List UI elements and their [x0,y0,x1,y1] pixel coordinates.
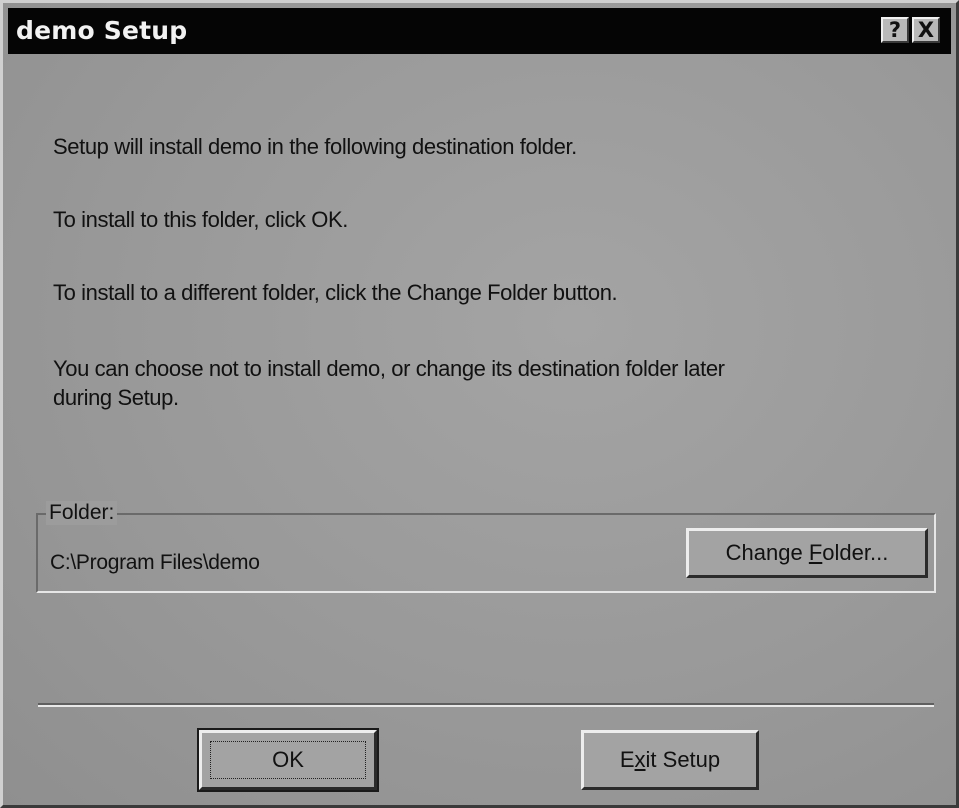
setup-dialog: demo Setup ? X Setup will install demo i… [0,0,959,808]
window-title: demo Setup [16,16,188,45]
folder-groupbox: Folder: C:\Program Files\demo Change Fol… [36,501,936,593]
message-click-ok: To install to this folder, click OK. [53,207,348,232]
folder-path: C:\Program Files\demo [50,551,260,574]
folder-label: Folder: [46,501,118,525]
message-change-folder: To install to a different folder, click … [53,280,618,305]
separator [38,703,934,707]
help-icon: ? [888,18,902,42]
help-button[interactable]: ? [881,17,909,43]
message-during-setup: during Setup. [53,385,179,410]
focus-rectangle [210,741,366,779]
title-bar[interactable]: demo Setup ? X [8,8,951,54]
change-folder-accelerator: F [808,540,823,565]
change-folder-button[interactable]: Change Folder... [686,528,928,578]
exit-setup-button[interactable]: Exit Setup [581,730,759,790]
ok-button[interactable]: OK [197,728,379,792]
message-choose-not-install: You can choose not to install demo, or c… [53,356,725,381]
exit-setup-accelerator: x [634,747,646,772]
message-install-location: Setup will install demo in the following… [53,134,577,159]
close-icon: X [917,18,935,42]
close-button[interactable]: X [912,17,940,43]
